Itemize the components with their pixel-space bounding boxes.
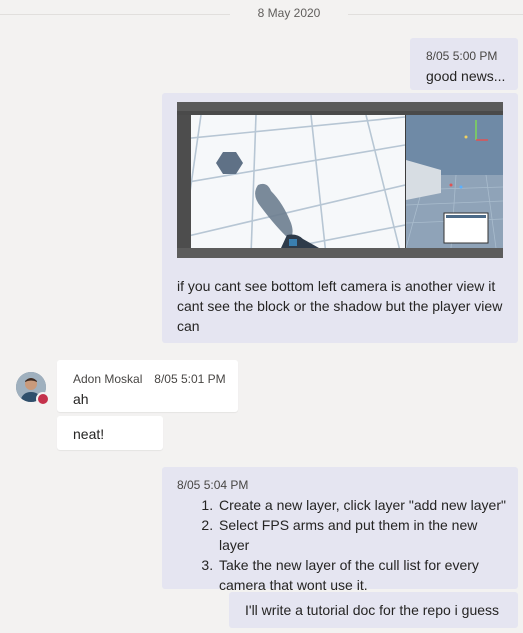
message-timestamp: 8/05 5:04 PM bbox=[177, 478, 249, 492]
message-bubble[interactable]: I'll write a tutorial doc for the repo i… bbox=[229, 592, 518, 628]
message-text: neat! bbox=[73, 426, 105, 442]
message-bubble[interactable]: 8/05 5:00 PM good news... bbox=[410, 38, 518, 90]
date-label: 8 May 2020 bbox=[257, 6, 321, 20]
message-text: good news... bbox=[426, 68, 506, 84]
scene-grid-drawing bbox=[191, 115, 405, 248]
message-caption: if you cant see bottom left camera is an… bbox=[177, 278, 503, 334]
game-view bbox=[406, 115, 503, 248]
scene-view bbox=[191, 115, 405, 248]
presence-busy-icon bbox=[36, 392, 50, 406]
editor-statusbar bbox=[177, 248, 503, 258]
game-view-drawing bbox=[406, 115, 503, 248]
list-item: Create a new layer, click layer "add new… bbox=[217, 495, 510, 515]
attached-screenshot-image[interactable] bbox=[177, 102, 503, 258]
steps-list: Create a new layer, click layer "add new… bbox=[177, 495, 510, 595]
list-item: Take the new layer of the cull list for … bbox=[217, 555, 510, 595]
editor-sidebar bbox=[177, 115, 191, 248]
message-text: ah bbox=[73, 391, 89, 407]
message-text: I'll write a tutorial doc for the repo i… bbox=[245, 602, 500, 618]
date-separator: 8 May 2020 bbox=[0, 4, 523, 24]
divider bbox=[0, 14, 230, 15]
message-bubble[interactable]: neat! bbox=[57, 416, 163, 450]
message-timestamp: 8/05 5:01 PM bbox=[154, 372, 226, 386]
divider bbox=[348, 14, 523, 15]
message-bubble[interactable]: Adon Moskal 8/05 5:01 PM ah bbox=[57, 360, 238, 412]
message-author[interactable]: Adon Moskal bbox=[73, 372, 142, 386]
editor-toolbar bbox=[177, 102, 503, 111]
message-timestamp: 8/05 5:00 PM bbox=[426, 49, 498, 63]
list-item: Select FPS arms and put them in the new … bbox=[217, 515, 510, 555]
message-bubble[interactable]: 8/05 5:04 PM Create a new layer, click l… bbox=[162, 467, 518, 593]
